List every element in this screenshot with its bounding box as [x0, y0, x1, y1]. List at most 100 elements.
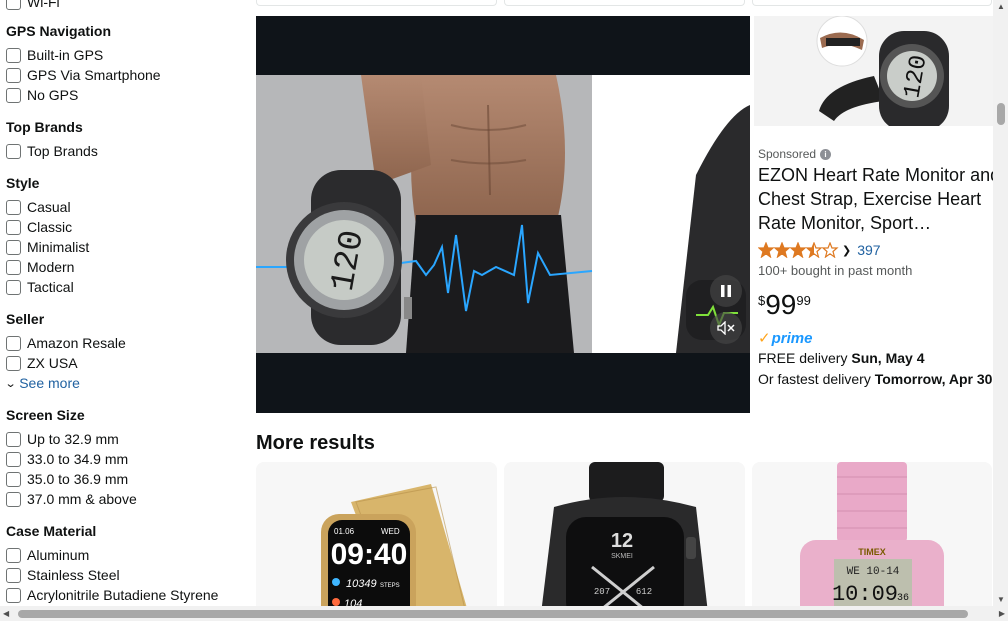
smartwatch-image: 01.06 WED 09:40 10349 STEPS 104: [256, 462, 497, 621]
filter-section-title: Seller: [6, 311, 45, 327]
checkbox[interactable]: [6, 491, 21, 507]
filter-option[interactable]: No GPS: [0, 85, 240, 105]
checkbox[interactable]: [6, 47, 21, 63]
scroll-up-arrow-icon[interactable]: ▲: [997, 2, 1005, 11]
checkbox[interactable]: [6, 239, 21, 255]
checkbox[interactable]: [6, 87, 21, 103]
checkbox[interactable]: [6, 279, 21, 295]
vertical-scrollbar[interactable]: ▲ ▼: [993, 0, 1008, 606]
filter-option[interactable]: Amazon Resale: [0, 333, 240, 353]
product-title[interactable]: EZON Heart Rate Monitor and Chest Strap,…: [758, 163, 1002, 235]
filter-option-label: Minimalist: [27, 239, 90, 255]
filter-option-label: 37.0 mm & above: [27, 491, 137, 507]
checkbox[interactable]: [6, 471, 21, 487]
filter-section-title: Top Brands: [6, 119, 83, 135]
filter-option[interactable]: ZX USA: [0, 353, 240, 373]
result-card[interactable]: TIMEX WE 10-14 10:09 36: [752, 462, 992, 621]
price-whole: 99: [765, 289, 797, 320]
filter-option[interactable]: Acrylonitrile Butadiene Styrene: [0, 585, 240, 605]
filter-option[interactable]: Tactical: [0, 277, 240, 297]
mute-button[interactable]: [710, 312, 742, 344]
checkbox[interactable]: [6, 335, 21, 351]
filter-option-label: Tactical: [27, 279, 74, 295]
scroll-down-arrow-icon[interactable]: ▼: [997, 595, 1005, 604]
product-thumbnail[interactable]: 120: [754, 16, 994, 126]
filter-option-label: Aluminum: [27, 547, 90, 563]
checkbox[interactable]: [6, 219, 21, 235]
filter-option-label: Top Brands: [27, 143, 98, 159]
fastest-delivery: Or fastest delivery Tomorrow, Apr 30: [758, 371, 992, 387]
watch-date: 01.06: [334, 527, 355, 536]
checkbox[interactable]: [6, 199, 21, 215]
sponsored-product-card[interactable]: 120 Sponsored i EZON Heart Rate Monitor …: [750, 16, 1008, 413]
pink-watch-image: TIMEX WE 10-14 10:09 36: [752, 462, 992, 621]
scroll-right-arrow-icon[interactable]: ▶: [999, 609, 1005, 618]
filter-option[interactable]: Built-in GPS: [0, 45, 240, 65]
filter-option-label: Casual: [27, 199, 71, 215]
info-icon[interactable]: i: [820, 148, 832, 160]
result-card[interactable]: 12 SKMEI 207 612: [504, 462, 745, 621]
vertical-scroll-thumb[interactable]: [997, 103, 1005, 125]
card-above-1: [256, 0, 497, 6]
filter-option[interactable]: Modern: [0, 257, 240, 277]
watch-digit: 12: [611, 530, 633, 552]
sponsored-label[interactable]: Sponsored i: [758, 147, 832, 161]
checkbox[interactable]: [6, 67, 21, 83]
price: $ 99 99: [758, 289, 811, 321]
filter-option-label: Classic: [27, 219, 73, 235]
pause-button[interactable]: [710, 275, 742, 307]
video-ad[interactable]: 120: [256, 16, 750, 413]
card-above-2: [504, 0, 745, 6]
checkbox[interactable]: [6, 355, 21, 371]
filter-option-label: Acrylonitrile Butadiene Styrene: [27, 587, 219, 603]
see-more-link[interactable]: ⌄ See more: [0, 373, 240, 393]
scroll-left-arrow-icon[interactable]: ◀: [3, 609, 9, 618]
checkbox[interactable]: [6, 587, 21, 603]
filter-section-title: GPS Navigation: [6, 23, 112, 39]
filter-option-label: No GPS: [27, 87, 79, 103]
prime-badge: ✓ prime: [758, 329, 813, 348]
fast-prefix: Or fastest delivery: [758, 371, 875, 387]
checkbox[interactable]: [6, 0, 21, 10]
filter-option[interactable]: Classic: [0, 217, 240, 237]
watch-right-sub: 612: [636, 587, 652, 597]
watch-display-main: 10:09: [832, 582, 898, 607]
filter-option-label: Modern: [27, 259, 75, 275]
filter-option-label: ZX USA: [27, 355, 78, 371]
watch-brand: TIMEX: [858, 547, 886, 557]
checkbox[interactable]: [6, 259, 21, 275]
card-above-3: [752, 0, 992, 6]
horizontal-scrollbar[interactable]: ◀ ▶: [0, 606, 1008, 621]
filter-option[interactable]: Top Brands: [0, 141, 240, 161]
filter-option-label: Wi-Fi: [27, 0, 60, 10]
filter-section-title: Style: [6, 175, 40, 191]
prime-text: prime: [771, 329, 813, 347]
rating-row[interactable]: ❯ 397: [758, 242, 881, 258]
filter-option[interactable]: 35.0 to 36.9 mm: [0, 469, 240, 489]
filter-option[interactable]: Up to 32.9 mm: [0, 429, 240, 449]
rating-count[interactable]: 397: [857, 242, 880, 258]
filter-option[interactable]: Casual: [0, 197, 240, 217]
filter-option-label: Up to 32.9 mm: [27, 431, 119, 447]
watch-steps: 10349: [346, 578, 377, 590]
checkbox[interactable]: [6, 431, 21, 447]
filter-option[interactable]: Stainless Steel: [0, 565, 240, 585]
sponsored-text: Sponsored: [758, 147, 817, 161]
video-frame[interactable]: 120: [256, 75, 750, 353]
filter-option[interactable]: 33.0 to 34.9 mm: [0, 449, 240, 469]
filter-option[interactable]: 37.0 mm & above: [0, 489, 240, 509]
filter-option-wifi[interactable]: Wi-Fi: [0, 0, 240, 12]
chevron-down-icon[interactable]: ❯: [842, 244, 851, 257]
filter-option-label: Amazon Resale: [27, 335, 126, 351]
filter-option[interactable]: Aluminum: [0, 545, 240, 565]
filter-option[interactable]: GPS Via Smartphone: [0, 65, 240, 85]
result-card[interactable]: 01.06 WED 09:40 10349 STEPS 104: [256, 462, 497, 621]
checkbox[interactable]: [6, 451, 21, 467]
filter-option[interactable]: Minimalist: [0, 237, 240, 257]
checkbox[interactable]: [6, 547, 21, 563]
checkbox[interactable]: [6, 143, 21, 159]
filter-section-title: Case Material: [6, 523, 97, 539]
delivery-prefix: FREE delivery: [758, 350, 852, 366]
horizontal-scroll-thumb[interactable]: [18, 610, 968, 618]
checkbox[interactable]: [6, 567, 21, 583]
